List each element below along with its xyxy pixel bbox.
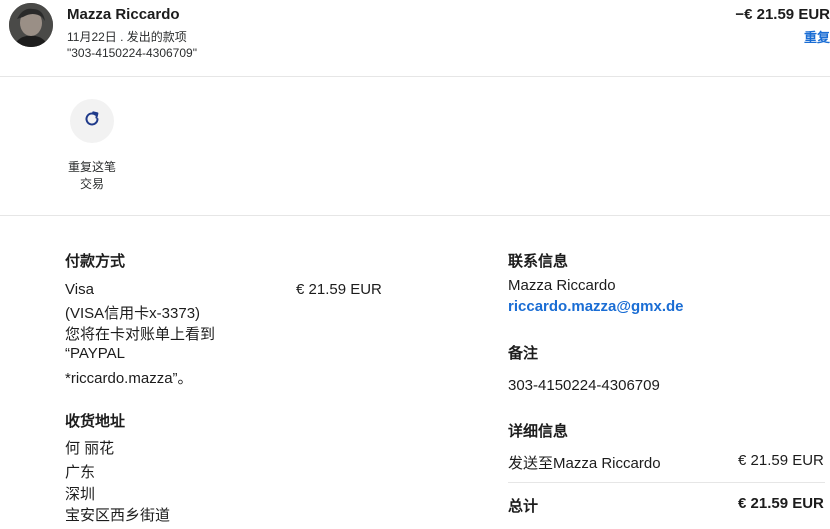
payment-method-heading: 付款方式	[65, 253, 126, 270]
refresh-icon	[82, 109, 102, 134]
payee-name: Mazza Riccardo	[67, 6, 180, 23]
details-heading: 详细信息	[508, 423, 569, 440]
total-amount: € 21.59 EUR	[738, 495, 824, 512]
payment-note-line2: “PAYPAL	[65, 345, 126, 362]
shipping-line: 宝安区西乡街道	[65, 507, 171, 524]
details-line-amount: € 21.59 EUR	[738, 452, 824, 469]
shipping-address-heading: 收货地址	[65, 413, 126, 430]
payment-note-line1: 您将在卡对账单上看到	[65, 326, 216, 343]
repeat-label-line1: 重复这笔	[67, 160, 116, 174]
shipping-line: 何 丽花	[65, 440, 115, 457]
payment-card: (VISA信用卡x-3373)	[65, 305, 201, 322]
repeat-link[interactable]: 重复	[804, 27, 830, 46]
contact-name: Mazza Riccardo	[508, 277, 616, 294]
total-label: 总计	[508, 498, 539, 515]
repeat-transaction-button[interactable]	[70, 99, 114, 143]
shipping-line: 深圳	[65, 486, 96, 503]
details-divider	[508, 482, 825, 483]
avatar	[9, 3, 53, 47]
transaction-date: 11月22日 . 发出的款项	[67, 30, 187, 44]
contact-heading: 联系信息	[508, 253, 569, 270]
details-line-label: 发送至Mazza Riccardo	[508, 455, 661, 472]
repeat-transaction-label[interactable]: 重复这笔 交易	[56, 159, 128, 193]
notes-heading: 备注	[508, 345, 539, 362]
action-section: 重复这笔 交易	[0, 77, 830, 216]
payment-amount: € 21.59 EUR	[296, 281, 382, 298]
repeat-label-line2: 交易	[79, 177, 104, 191]
contact-email-link[interactable]: riccardo.mazza@gmx.de	[508, 298, 684, 315]
transaction-header: Mazza Riccardo 11月22日 . 发出的款项 "303-41502…	[0, 0, 830, 77]
transaction-amount: −€ 21.59 EUR	[735, 6, 830, 23]
payment-note-line3: *riccardo.mazza”。	[65, 370, 193, 387]
shipping-line: 广东	[65, 464, 96, 481]
notes-value: 303-4150224-4306709	[508, 377, 660, 394]
payment-method: Visa	[65, 281, 94, 298]
transaction-reference: "303-4150224-4306709"	[67, 46, 197, 60]
